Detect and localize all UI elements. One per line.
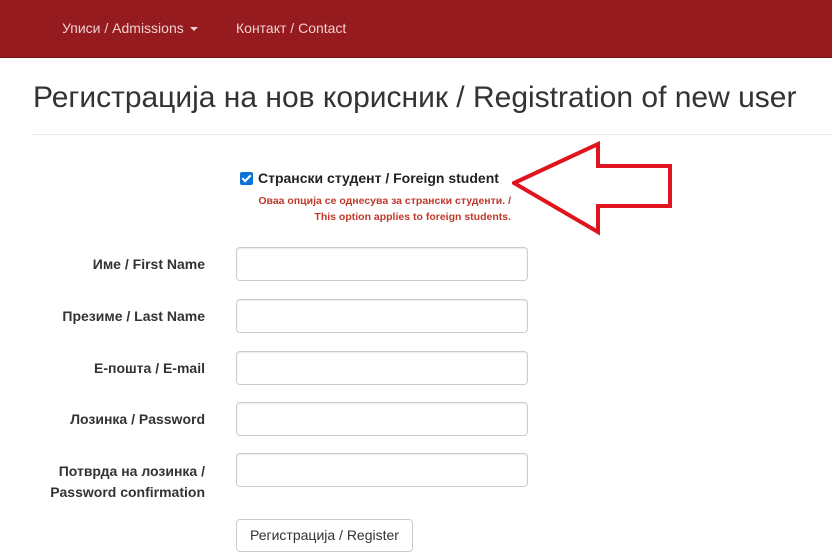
foreign-student-note-line2: This option applies to foreign students. [314,211,511,223]
first-name-label: Име / First Name [92,256,205,272]
password-input[interactable] [236,402,528,436]
contact-link[interactable]: Контакт / Contact [236,18,346,38]
foreign-student-option[interactable]: Странски студент / Foreign student [240,169,499,187]
email-label: Е-пошта / E-mail [93,360,205,376]
top-navbar: Уписи / Admissions Контакт / Contact [0,0,832,58]
page-title: Регистрација на нов корисник / Registrat… [33,81,797,114]
password-confirmation-input[interactable] [236,453,528,487]
admissions-dropdown[interactable]: Уписи / Admissions [62,18,198,38]
foreign-student-note-line1: Оваа опција се однесува за странски студ… [258,195,511,207]
foreign-student-checkbox[interactable] [240,171,253,185]
foreign-student-label: Странски студент / Foreign student [258,170,499,186]
annotation-arrow-icon [512,140,672,236]
register-button[interactable]: Регистрација / Register [236,519,413,552]
admissions-label: Уписи / Admissions [62,20,184,36]
password-confirmation-label-line1: Потврда на лозинка / [58,463,205,479]
password-label: Лозинка / Password [70,411,205,427]
contact-label: Контакт / Contact [236,20,347,36]
email-input[interactable] [236,351,528,385]
password-confirmation-label-line2: Password confirmation [50,484,205,500]
divider [33,134,832,135]
first-name-input[interactable] [236,247,528,281]
last-name-label: Презиме / Last Name [62,308,205,324]
last-name-input[interactable] [236,299,528,333]
caret-down-icon [189,27,198,32]
